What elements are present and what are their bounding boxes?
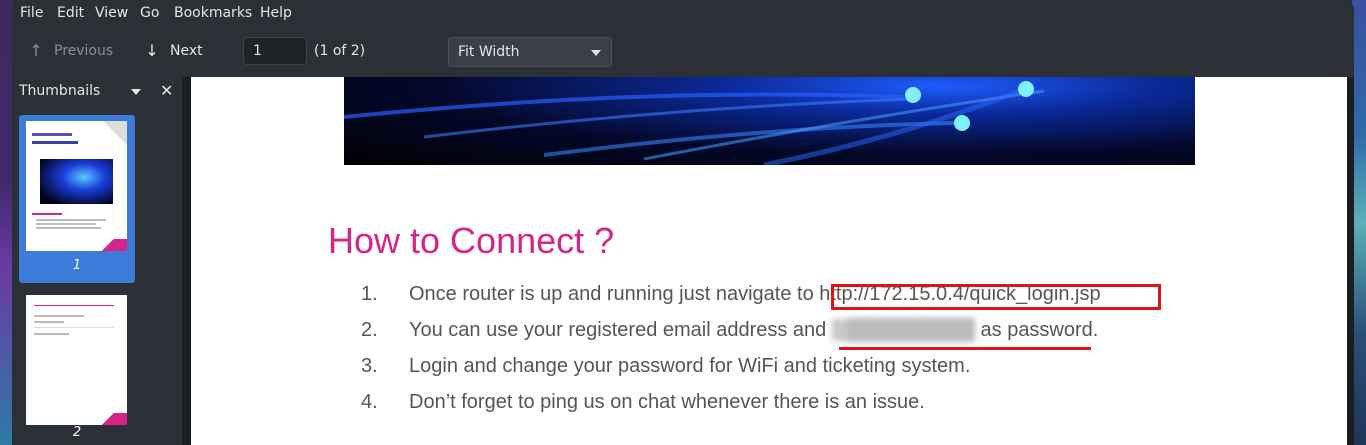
menu-edit[interactable]: Edit xyxy=(57,5,84,21)
page-count: (1 of 2) xyxy=(314,43,366,59)
page-number-input[interactable] xyxy=(243,37,307,65)
thumbnail-page-2[interactable]: 2 xyxy=(19,289,135,445)
document-page: How to Connect ? 1. Once router is up an… xyxy=(191,77,1347,445)
step-text-part: as password. xyxy=(974,319,1099,341)
thumbnail-preview-2 xyxy=(26,295,127,425)
close-icon[interactable]: ✕ xyxy=(160,81,173,100)
thumb-text-line xyxy=(34,305,114,306)
arrow-down-icon: ↓ xyxy=(145,41,159,60)
sidebar-dropdown-icon[interactable] xyxy=(131,89,141,95)
step-text: Login and change your password for WiFi … xyxy=(409,355,971,377)
chevron-down-icon xyxy=(591,50,601,56)
menu-bookmarks[interactable]: Bookmarks xyxy=(174,5,252,21)
toolbar: ↑ Previous ↓ Next (1 of 2) Fit Width xyxy=(12,28,1354,77)
sidebar-header: Thumbnails ✕ xyxy=(12,77,182,105)
thumb-text-line xyxy=(36,223,96,225)
zoom-value: Fit Width xyxy=(458,44,520,60)
thumb-text-line xyxy=(36,227,101,229)
document-viewer-window: File Edit View Go Bookmarks Help ↑ Previ… xyxy=(12,0,1354,445)
step-number: 3. xyxy=(361,355,378,377)
thumbnail-label-1: 1 xyxy=(72,258,82,273)
sidebar-title: Thumbnails xyxy=(19,83,101,99)
step-number: 1. xyxy=(361,283,378,305)
menu-bar: File Edit View Go Bookmarks Help xyxy=(12,0,1354,28)
thumb-text-line xyxy=(32,213,62,215)
desktop-wallpaper-right xyxy=(1352,0,1366,445)
zoom-select[interactable]: Fit Width xyxy=(448,37,612,67)
thumb-text-line xyxy=(34,315,84,317)
thumb-text-line xyxy=(34,321,64,323)
fiber-optic-hero-image xyxy=(343,77,1195,168)
thumb-text-line xyxy=(36,219,106,221)
previous-page-button[interactable]: ↑ Previous xyxy=(28,41,113,60)
menu-file[interactable]: File xyxy=(20,5,43,21)
thumb-hero-image xyxy=(40,159,113,204)
url-highlight-box xyxy=(831,284,1161,310)
thumb-corner-decoration xyxy=(103,121,127,145)
document-view[interactable]: How to Connect ? 1. Once router is up an… xyxy=(183,77,1354,445)
step-text: You can use your registered email addres… xyxy=(409,319,1098,342)
step-text-part: You can use your registered email addres… xyxy=(409,319,832,341)
thumbnails-sidebar: Thumbnails ✕ 1 2 xyxy=(12,77,183,445)
thumb-text-line xyxy=(34,327,114,328)
thumb-text-line xyxy=(34,333,69,335)
next-page-button[interactable]: ↓ Next xyxy=(144,41,203,60)
menu-go[interactable]: Go xyxy=(140,5,159,21)
step-text: Don’t forget to ping us on chat whenever… xyxy=(409,391,925,413)
redacted-password: Q█████████ xyxy=(831,319,975,341)
thumb-footer-decoration xyxy=(97,413,127,425)
menu-help[interactable]: Help xyxy=(260,5,292,21)
step-number: 2. xyxy=(361,319,378,341)
next-label: Next xyxy=(170,42,203,59)
thumbnail-label-2: 2 xyxy=(72,425,82,440)
password-underline xyxy=(839,347,1091,350)
thumb-text-line xyxy=(32,141,78,144)
arrow-up-icon: ↑ xyxy=(29,41,43,60)
thumb-footer-decoration xyxy=(97,239,127,251)
thumbnail-preview-1 xyxy=(26,121,127,251)
thumb-text-line xyxy=(32,133,72,136)
fiber-optic-lights xyxy=(343,81,1045,168)
previous-label: Previous xyxy=(54,42,114,59)
section-heading: How to Connect ? xyxy=(328,220,615,261)
menu-view[interactable]: View xyxy=(95,5,128,21)
thumbnail-page-1[interactable]: 1 xyxy=(19,115,135,283)
step-number: 4. xyxy=(361,391,378,413)
